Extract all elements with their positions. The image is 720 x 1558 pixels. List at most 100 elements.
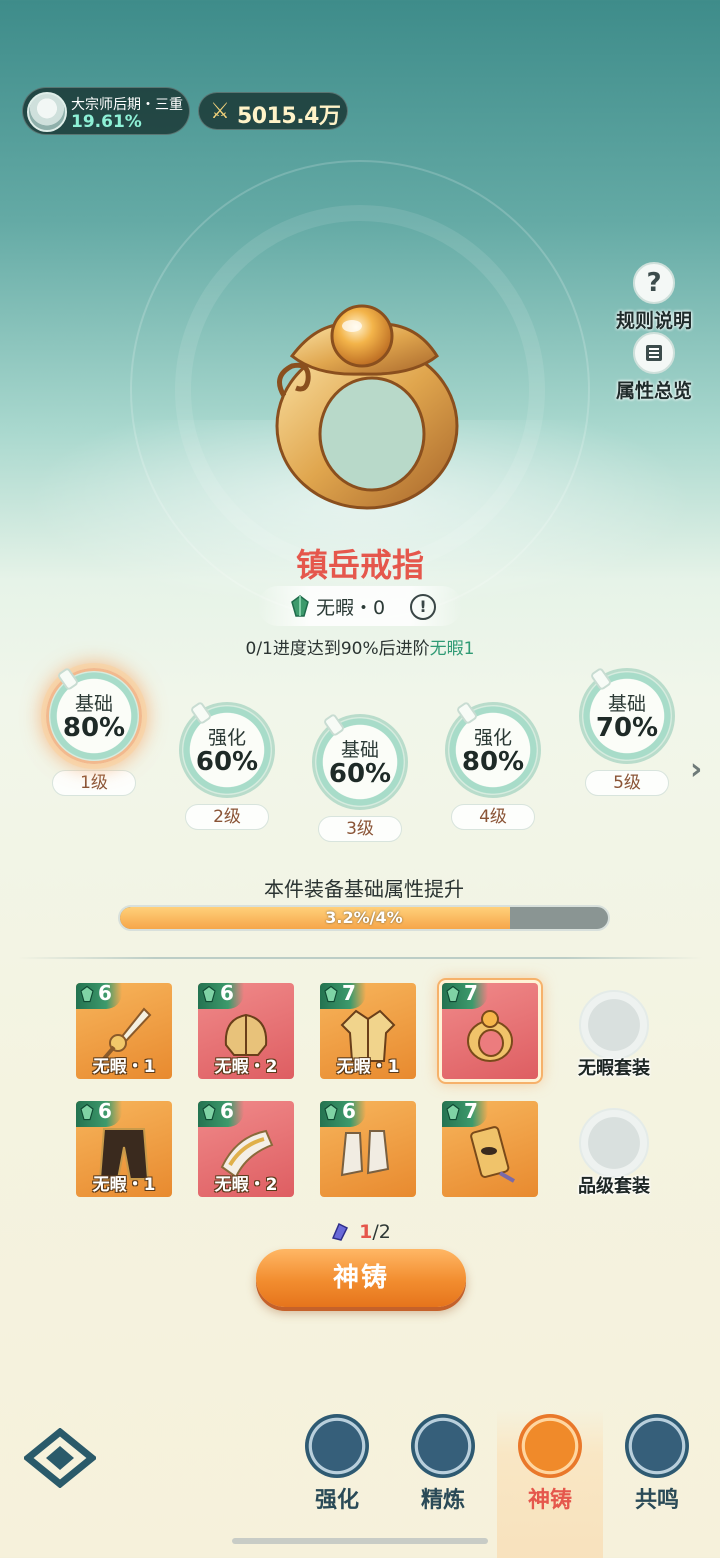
stage-level: 1级 — [52, 770, 136, 796]
tab-label: 神铸 — [527, 1488, 572, 1513]
grade-set-label: 品级套装 — [578, 1176, 650, 1197]
chevron-right-icon[interactable]: › — [690, 752, 702, 787]
rules-label: 规则说明 — [615, 310, 692, 332]
stage-ring: 基础 70% — [579, 666, 675, 764]
info-icon[interactable]: ! — [410, 594, 436, 620]
flaw-level: 无暇・2 — [214, 1175, 278, 1195]
grade-gem-icon — [202, 1103, 216, 1121]
grade-number: 6 — [98, 983, 112, 1005]
tab-refine[interactable]: 精炼 — [390, 1410, 496, 1558]
tab-divine-forge[interactable]: 神铸 — [497, 1410, 603, 1558]
ring-tag-icon — [589, 666, 613, 692]
stage-4[interactable]: 强化 80% 4级 — [443, 700, 543, 830]
equipment-slot-ring[interactable]: 7 — [442, 983, 538, 1079]
stage-percent: 80% — [62, 713, 126, 743]
question-icon: ? — [633, 262, 675, 304]
grade-gem-icon — [446, 985, 460, 1003]
flawless-set-button[interactable]: 无暇套装 — [554, 990, 674, 1080]
material-count: 1/2 — [0, 1220, 720, 1243]
grade-set-icon — [579, 1108, 649, 1178]
grade-gem-icon — [324, 985, 338, 1003]
hammer-icon — [305, 1414, 369, 1478]
equipment-slot-helmet[interactable]: 6 无暇・2 — [198, 983, 294, 1079]
stage-percent: 60% — [328, 759, 392, 789]
grade-gem-icon — [80, 1103, 94, 1121]
grade-gem-icon — [324, 1103, 338, 1121]
material-have: 1 — [359, 1221, 373, 1243]
equipment-slot-pants[interactable]: 6 无暇・1 — [76, 1101, 172, 1197]
ring-tag-icon — [322, 712, 346, 738]
stage-percent: 80% — [461, 747, 525, 777]
tab-label: 强化 — [314, 1488, 359, 1513]
ring-artwork — [275, 304, 459, 510]
stage-level: 4级 — [451, 804, 535, 830]
flawless-set-icon — [579, 990, 649, 1060]
cauldron-icon — [518, 1414, 582, 1478]
boost-progress-text: 3.2%/4% — [325, 908, 403, 927]
flaw-level: 无暇・1 — [336, 1057, 400, 1077]
cultivation-rank-pill[interactable]: 大宗师后期・三重 19.61% — [22, 87, 190, 135]
boost-progress-bar: 3.2%/4% — [118, 905, 610, 931]
flaw-level: 无暇・2 — [214, 1057, 278, 1077]
grade-number: 6 — [98, 1101, 112, 1123]
forge-button[interactable]: 神铸 — [256, 1249, 466, 1307]
ring-tag-icon — [189, 700, 213, 726]
stage-2[interactable]: 强化 60% 2级 — [177, 700, 277, 830]
grade-number: 7 — [342, 983, 356, 1005]
progress-target: 无暇1 — [429, 639, 475, 659]
stage-type: 基础 — [607, 693, 646, 715]
stage-ring: 基础 60% — [312, 712, 408, 810]
crossed-swords-icon: ⚔ — [210, 99, 230, 124]
combat-power-pill[interactable]: ⚔ 5015.4万 — [198, 92, 348, 130]
flaw-level-text: 无暇・0 — [316, 597, 386, 619]
amulet-icon — [470, 1126, 515, 1183]
stage-level: 5级 — [585, 770, 669, 796]
ring-icon — [467, 1010, 513, 1062]
tab-label: 共鸣 — [634, 1488, 679, 1513]
grade-number: 6 — [342, 1101, 356, 1123]
material-need: /2 — [372, 1221, 391, 1243]
equipment-slot-robe[interactable]: 7 无暇・1 — [320, 983, 416, 1079]
divider — [18, 957, 702, 959]
list-icon — [633, 332, 675, 374]
swirl-icon — [625, 1414, 689, 1478]
stage-5[interactable]: 基础 70% 5级 — [577, 666, 677, 796]
rank-progress: 19.61% — [71, 112, 142, 132]
equipment-slot-boots[interactable]: 6 — [320, 1101, 416, 1197]
forge-material-icon — [332, 1222, 349, 1241]
grade-number: 7 — [464, 1101, 478, 1123]
grade-gem-icon — [446, 1103, 460, 1121]
ring-tag-icon — [56, 666, 80, 692]
flaw-gem-icon — [291, 595, 309, 617]
attributes-label: 属性总览 — [615, 380, 692, 402]
flaw-level: 无暇・1 — [92, 1175, 156, 1195]
tab-resonance[interactable]: 共鸣 — [604, 1410, 710, 1558]
rank-title: 大宗师后期・三重 — [71, 97, 183, 113]
grade-set-button[interactable]: 品级套装 — [554, 1108, 674, 1198]
item-name: 镇岳戒指 — [295, 546, 424, 584]
stage-ring: 基础 80% — [46, 666, 142, 764]
menu-logo-icon[interactable] — [24, 1428, 96, 1488]
boots-icon — [340, 1130, 390, 1177]
stage-ring: 强化 80% — [445, 700, 541, 798]
equipment-slot-sword[interactable]: 6 无暇・1 — [76, 983, 172, 1079]
rules-button[interactable]: ? 规则说明 — [604, 262, 704, 333]
grade-gem-icon — [80, 985, 94, 1003]
avatar — [27, 92, 67, 132]
tab-enhance[interactable]: 强化 — [284, 1410, 390, 1558]
progress-prefix: 0/1进度达到90%后进阶 — [245, 639, 430, 659]
stage-level: 2级 — [185, 804, 269, 830]
stage-type: 基础 — [74, 693, 113, 715]
equipment-slot-amulet[interactable]: 7 — [442, 1101, 538, 1197]
boost-label: 本件装备基础属性提升 — [264, 877, 464, 901]
stage-percent: 70% — [595, 713, 659, 743]
stage-1[interactable]: 基础 80% 1级 — [44, 666, 144, 796]
home-indicator — [232, 1538, 488, 1544]
stage-type: 基础 — [340, 739, 379, 761]
equipment-slot-bracer[interactable]: 6 无暇・2 — [198, 1101, 294, 1197]
flaw-level-bar: 无暇・0 ! — [258, 586, 462, 626]
stage-3[interactable]: 基础 60% 3级 — [310, 712, 410, 842]
flawless-set-label: 无暇套装 — [578, 1058, 650, 1079]
attributes-overview-button[interactable]: 属性总览 — [604, 332, 704, 403]
advance-progress-text: 0/1进度达到90%后进阶无暇1 — [0, 634, 720, 659]
